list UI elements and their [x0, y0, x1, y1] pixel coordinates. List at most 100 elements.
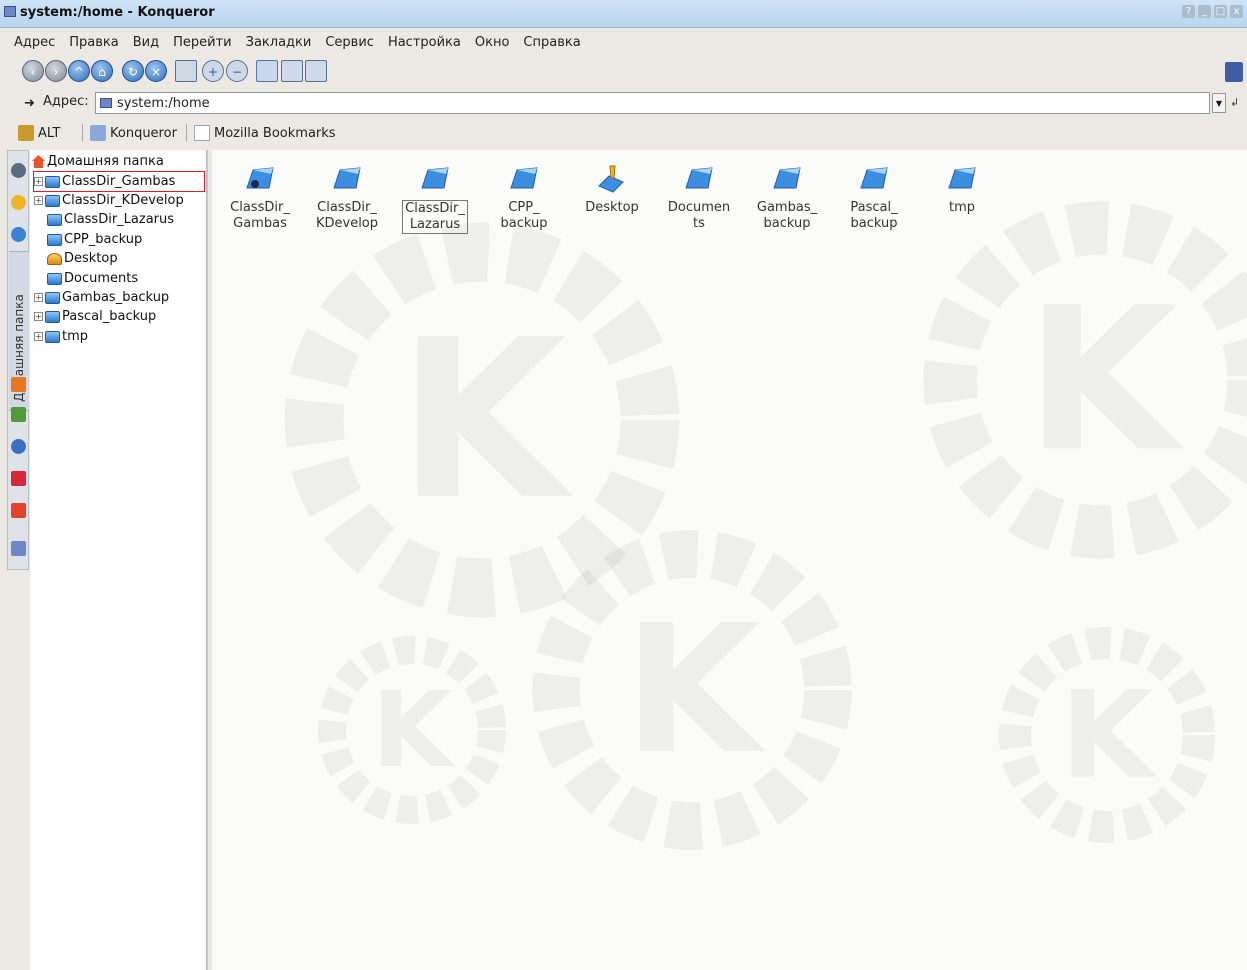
tree-item-label: ClassDir_Lazarus	[64, 212, 175, 227]
menu-bookmarks[interactable]: Закладки	[246, 35, 312, 50]
file-item[interactable]: Documen ts	[659, 162, 739, 232]
menu-edit[interactable]: Правка	[69, 35, 118, 50]
folder-icon	[857, 162, 891, 196]
tree-item[interactable]: ClassDir_Lazarus	[47, 210, 174, 229]
file-icon-view[interactable]: K K K K K ClassDir_ Gambas ClassDir_ KDe…	[212, 150, 1247, 970]
sidebar-tabs: Домашняя папка	[7, 150, 29, 570]
menu-go[interactable]: Перейти	[173, 35, 232, 50]
tree-item-label: Pascal_backup	[62, 309, 157, 324]
throbber-icon	[1225, 62, 1243, 82]
file-item[interactable]: Desktop	[572, 162, 652, 216]
minimize-button[interactable]: _	[1198, 5, 1211, 18]
back-icon[interactable]: ‹	[22, 60, 44, 82]
folder-icon	[45, 175, 60, 188]
location-label: Адрес:	[43, 94, 89, 109]
close-button[interactable]: x	[1230, 5, 1243, 18]
bookmark-konqueror[interactable]: Konqueror	[90, 122, 177, 144]
menu-settings[interactable]: Настройка	[388, 35, 461, 50]
expand-icon[interactable]: +	[34, 312, 43, 321]
tree-item-label: CPP_backup	[64, 232, 143, 247]
forward-icon[interactable]: ›	[45, 60, 67, 82]
list-view-icon[interactable]	[281, 60, 303, 82]
window-title: system:/home - Konqueror	[20, 5, 215, 20]
folder-icon	[418, 162, 452, 196]
file-item[interactable]: ClassDir_ Lazarus	[395, 162, 475, 234]
tree-item[interactable]: Desktop	[47, 249, 118, 268]
bookmark-mozilla-label: Mozilla Bookmarks	[214, 125, 336, 141]
title-bar[interactable]: system:/home - Konqueror ? _ □ x	[0, 0, 1247, 28]
bookmark-konqueror-label: Konqueror	[110, 125, 177, 141]
sidebar-services-icon[interactable]	[11, 503, 26, 518]
stop-icon[interactable]: ×	[145, 60, 167, 82]
reload-icon[interactable]: ↻	[122, 60, 144, 82]
sidebar-media-icon[interactable]	[11, 407, 26, 422]
go-button[interactable]: ↲	[1230, 93, 1244, 113]
svg-text:K: K	[1025, 265, 1185, 495]
tree-item[interactable]: CPP_backup	[47, 230, 142, 249]
tree-root-label: Домашняя папка	[47, 154, 164, 169]
menu-address[interactable]: Адрес	[14, 35, 55, 50]
location-bar: ➜ Адрес: system:/home ▼ ↲	[0, 90, 1247, 116]
tree-root[interactable]: Домашняя папка	[32, 152, 164, 171]
zoom-in-icon[interactable]: +	[202, 60, 224, 82]
file-label: Desktop	[585, 200, 639, 215]
expand-icon[interactable]: +	[34, 177, 43, 186]
alt-icon	[18, 125, 34, 141]
expand-icon[interactable]: +	[34, 332, 43, 341]
file-label: ClassDir_ Lazarus	[402, 200, 468, 234]
menu-window[interactable]: Окно	[475, 35, 510, 50]
maximize-button[interactable]: □	[1214, 5, 1227, 18]
menu-tools[interactable]: Сервис	[325, 35, 374, 50]
expand-icon[interactable]: +	[34, 293, 43, 302]
tree-item[interactable]: + tmp	[34, 327, 88, 346]
folder-icon	[47, 272, 62, 285]
sidebar-bookmarks-icon[interactable]	[11, 195, 26, 210]
tree-item-label: ClassDir_Gambas	[62, 174, 176, 189]
menu-view[interactable]: Вид	[133, 35, 159, 50]
location-input[interactable]: system:/home	[95, 92, 1210, 114]
sidebar-navigator-icon[interactable]	[11, 163, 26, 178]
expand-icon[interactable]: +	[34, 196, 43, 205]
zoom-out-icon[interactable]: −	[226, 60, 248, 82]
file-item[interactable]: tmp	[922, 162, 1002, 216]
home-icon[interactable]: ⌂	[91, 60, 113, 82]
file-label: tmp	[948, 200, 975, 215]
window-buttons: ? _ □ x	[1182, 5, 1243, 18]
sidebar-network-icon[interactable]	[11, 439, 26, 454]
file-label: ClassDir_ Gambas	[230, 200, 290, 231]
file-item[interactable]: ClassDir_ Gambas	[220, 162, 300, 232]
sidebar-folder-icon[interactable]	[11, 471, 26, 486]
tree-item[interactable]: + Pascal_backup	[34, 307, 156, 326]
preview-icon[interactable]	[305, 60, 327, 82]
file-item[interactable]: ClassDir_ KDevelop	[307, 162, 387, 232]
tree-item[interactable]: + ClassDir_Gambas	[33, 171, 205, 192]
desktop-icon	[595, 162, 629, 196]
icon-view-icon[interactable]	[256, 60, 278, 82]
file-label: Pascal_ backup	[850, 200, 898, 231]
file-item[interactable]: CPP_ backup	[484, 162, 564, 232]
print-icon[interactable]	[175, 60, 197, 82]
tree-item[interactable]: + ClassDir_KDevelop	[34, 191, 184, 210]
help-button[interactable]: ?	[1182, 5, 1195, 18]
location-page-icon	[100, 98, 112, 108]
folder-icon	[45, 310, 60, 323]
bookmark-mozilla[interactable]: Mozilla Bookmarks	[194, 122, 336, 144]
desktop-icon	[47, 252, 62, 265]
clear-location-icon[interactable]: ➜	[24, 96, 35, 111]
tree-item-label: Documents	[64, 271, 139, 286]
kde-watermark-icon: K	[318, 636, 506, 824]
bookmark-separator	[82, 124, 83, 142]
up-icon[interactable]: ^	[68, 60, 90, 82]
svg-text:K: K	[623, 587, 766, 793]
location-dropdown-button[interactable]: ▼	[1212, 93, 1226, 113]
sidebar-root-icon[interactable]	[11, 541, 26, 556]
menu-help[interactable]: Справка	[523, 35, 580, 50]
sidebar-home-icon[interactable]	[11, 377, 26, 392]
bookmark-alt[interactable]: ALT	[18, 122, 60, 144]
tree-item[interactable]: + Gambas_backup	[34, 288, 169, 307]
file-item[interactable]: Gambas_ backup	[747, 162, 827, 232]
file-item[interactable]: Pascal_ backup	[834, 162, 914, 232]
sidebar-history-icon[interactable]	[11, 227, 26, 242]
tree-item[interactable]: Documents	[47, 269, 138, 288]
kde-watermark-icon: K	[532, 530, 852, 850]
